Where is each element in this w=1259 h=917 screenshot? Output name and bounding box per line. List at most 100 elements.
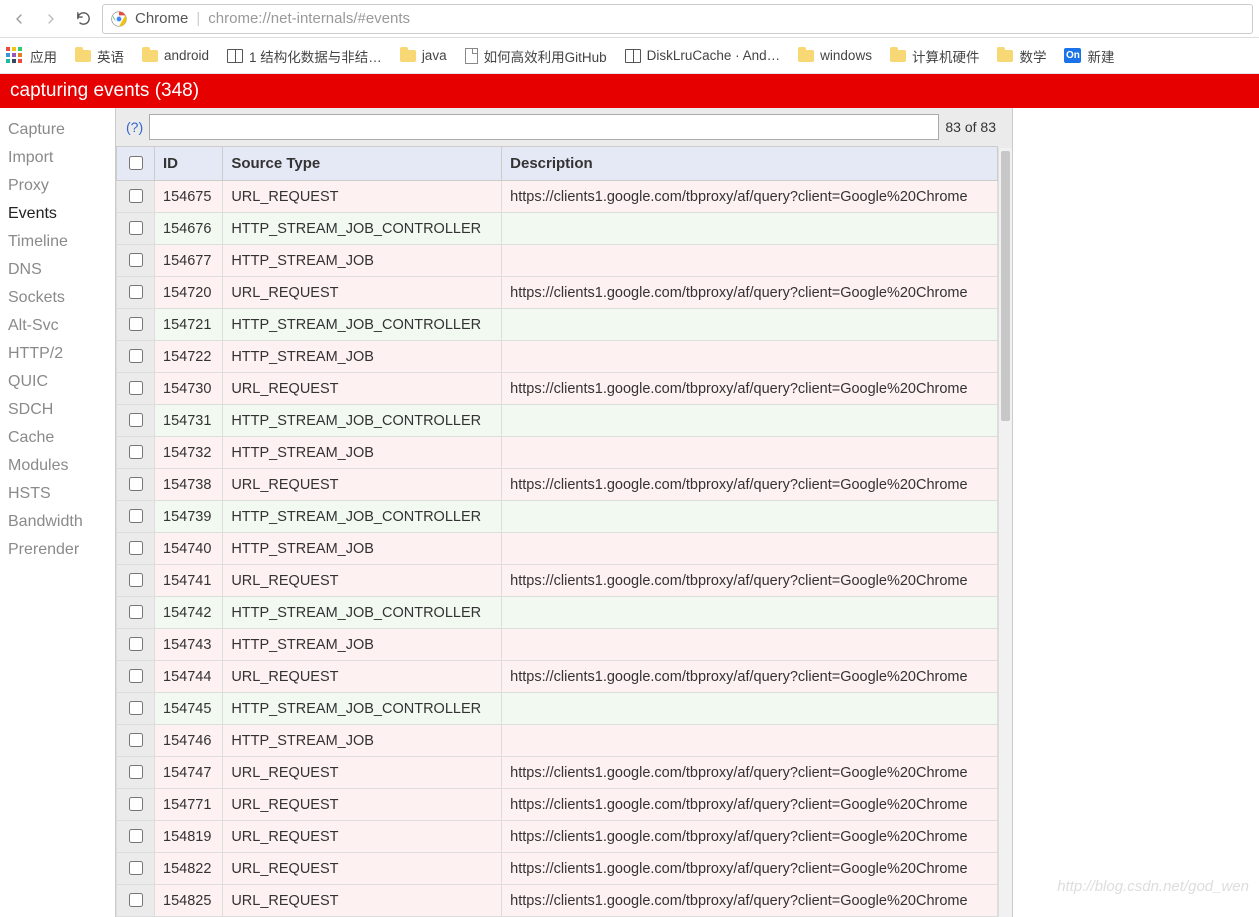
table-row[interactable]: 154722HTTP_STREAM_JOB xyxy=(117,341,998,373)
sidebar-item-timeline[interactable]: Timeline xyxy=(8,228,115,256)
row-checkbox[interactable] xyxy=(129,253,143,267)
table-row[interactable]: 154746HTTP_STREAM_JOB xyxy=(117,725,998,757)
row-checkbox[interactable] xyxy=(129,701,143,715)
row-checkbox[interactable] xyxy=(129,349,143,363)
filter-help-link[interactable]: (?) xyxy=(126,119,143,135)
bookmark-item[interactable]: 数学 xyxy=(997,46,1046,66)
back-button[interactable] xyxy=(6,6,32,32)
row-select-cell[interactable] xyxy=(117,373,155,405)
table-row[interactable]: 154720URL_REQUESThttps://clients1.google… xyxy=(117,277,998,309)
bookmark-item[interactable]: DiskLruCache · And… xyxy=(625,48,781,63)
row-checkbox[interactable] xyxy=(129,509,143,523)
bookmark-item[interactable]: 1 结构化数据与非结… xyxy=(227,46,382,66)
row-select-cell[interactable] xyxy=(117,821,155,853)
row-select-cell[interactable] xyxy=(117,213,155,245)
table-row[interactable]: 154740HTTP_STREAM_JOB xyxy=(117,533,998,565)
row-checkbox[interactable] xyxy=(129,445,143,459)
row-checkbox[interactable] xyxy=(129,893,143,907)
row-checkbox[interactable] xyxy=(129,381,143,395)
select-all-checkbox[interactable] xyxy=(129,156,143,170)
sidebar-item-cache[interactable]: Cache xyxy=(8,424,115,452)
col-source[interactable]: Source Type xyxy=(223,147,502,181)
sidebar-item-dns[interactable]: DNS xyxy=(8,256,115,284)
address-bar[interactable]: Chrome | chrome://net-internals/#events xyxy=(102,4,1253,34)
row-checkbox[interactable] xyxy=(129,285,143,299)
row-select-cell[interactable] xyxy=(117,597,155,629)
bookmark-item[interactable]: 应用 xyxy=(6,46,57,66)
filter-input[interactable] xyxy=(149,114,939,140)
table-row[interactable]: 154738URL_REQUESThttps://clients1.google… xyxy=(117,469,998,501)
reload-button[interactable] xyxy=(70,6,96,32)
table-row[interactable]: 154747URL_REQUESThttps://clients1.google… xyxy=(117,757,998,789)
row-checkbox[interactable] xyxy=(129,317,143,331)
table-row[interactable]: 154730URL_REQUESThttps://clients1.google… xyxy=(117,373,998,405)
row-select-cell[interactable] xyxy=(117,181,155,213)
row-select-cell[interactable] xyxy=(117,789,155,821)
row-checkbox[interactable] xyxy=(129,477,143,491)
row-select-cell[interactable] xyxy=(117,533,155,565)
row-checkbox[interactable] xyxy=(129,573,143,587)
sidebar-item-bandwidth[interactable]: Bandwidth xyxy=(8,508,115,536)
row-checkbox[interactable] xyxy=(129,637,143,651)
row-select-cell[interactable] xyxy=(117,245,155,277)
sidebar-item-prerender[interactable]: Prerender xyxy=(8,536,115,564)
row-select-cell[interactable] xyxy=(117,405,155,437)
row-select-cell[interactable] xyxy=(117,853,155,885)
row-select-cell[interactable] xyxy=(117,757,155,789)
sidebar-item-hsts[interactable]: HSTS xyxy=(8,480,115,508)
row-select-cell[interactable] xyxy=(117,277,155,309)
row-select-cell[interactable] xyxy=(117,661,155,693)
bookmark-item[interactable]: 计算机硬件 xyxy=(890,46,980,66)
scrollbar-thumb[interactable] xyxy=(1001,151,1010,421)
table-row[interactable]: 154822URL_REQUESThttps://clients1.google… xyxy=(117,853,998,885)
table-row[interactable]: 154739HTTP_STREAM_JOB_CONTROLLER xyxy=(117,501,998,533)
table-row[interactable]: 154732HTTP_STREAM_JOB xyxy=(117,437,998,469)
sidebar-item-sockets[interactable]: Sockets xyxy=(8,284,115,312)
row-select-cell[interactable] xyxy=(117,725,155,757)
table-row[interactable]: 154745HTTP_STREAM_JOB_CONTROLLER xyxy=(117,693,998,725)
row-select-cell[interactable] xyxy=(117,469,155,501)
sidebar-item-sdch[interactable]: SDCH xyxy=(8,396,115,424)
table-row[interactable]: 154677HTTP_STREAM_JOB xyxy=(117,245,998,277)
table-row[interactable]: 154675URL_REQUESThttps://clients1.google… xyxy=(117,181,998,213)
row-checkbox[interactable] xyxy=(129,413,143,427)
row-select-cell[interactable] xyxy=(117,501,155,533)
table-row[interactable]: 154819URL_REQUESThttps://clients1.google… xyxy=(117,821,998,853)
sidebar-item-http-2[interactable]: HTTP/2 xyxy=(8,340,115,368)
bookmark-item[interactable]: windows xyxy=(798,48,872,63)
bookmark-item[interactable]: java xyxy=(400,48,447,63)
sidebar-item-proxy[interactable]: Proxy xyxy=(8,172,115,200)
row-checkbox[interactable] xyxy=(129,829,143,843)
table-row[interactable]: 154744URL_REQUESThttps://clients1.google… xyxy=(117,661,998,693)
col-id[interactable]: ID xyxy=(155,147,223,181)
sidebar-item-quic[interactable]: QUIC xyxy=(8,368,115,396)
row-select-cell[interactable] xyxy=(117,309,155,341)
row-checkbox[interactable] xyxy=(129,861,143,875)
row-select-cell[interactable] xyxy=(117,693,155,725)
sidebar-item-capture[interactable]: Capture xyxy=(8,116,115,144)
bookmark-item[interactable]: android xyxy=(142,48,209,63)
table-row[interactable]: 154741URL_REQUESThttps://clients1.google… xyxy=(117,565,998,597)
table-row[interactable]: 154742HTTP_STREAM_JOB_CONTROLLER xyxy=(117,597,998,629)
row-checkbox[interactable] xyxy=(129,541,143,555)
sidebar-item-modules[interactable]: Modules xyxy=(8,452,115,480)
sidebar-item-import[interactable]: Import xyxy=(8,144,115,172)
row-checkbox[interactable] xyxy=(129,669,143,683)
row-checkbox[interactable] xyxy=(129,605,143,619)
row-select-cell[interactable] xyxy=(117,341,155,373)
sidebar-item-events[interactable]: Events xyxy=(8,200,115,228)
row-select-cell[interactable] xyxy=(117,629,155,661)
row-checkbox[interactable] xyxy=(129,221,143,235)
row-select-cell[interactable] xyxy=(117,565,155,597)
table-row[interactable]: 154771URL_REQUESThttps://clients1.google… xyxy=(117,789,998,821)
bookmark-item[interactable]: 如何高效利用GitHub xyxy=(465,46,607,66)
row-checkbox[interactable] xyxy=(129,797,143,811)
table-row[interactable]: 154743HTTP_STREAM_JOB xyxy=(117,629,998,661)
row-select-cell[interactable] xyxy=(117,437,155,469)
row-checkbox[interactable] xyxy=(129,765,143,779)
vertical-scrollbar[interactable] xyxy=(998,148,1012,917)
row-checkbox[interactable] xyxy=(129,189,143,203)
col-desc[interactable]: Description xyxy=(502,147,998,181)
table-row[interactable]: 154721HTTP_STREAM_JOB_CONTROLLER xyxy=(117,309,998,341)
sidebar-item-alt-svc[interactable]: Alt-Svc xyxy=(8,312,115,340)
